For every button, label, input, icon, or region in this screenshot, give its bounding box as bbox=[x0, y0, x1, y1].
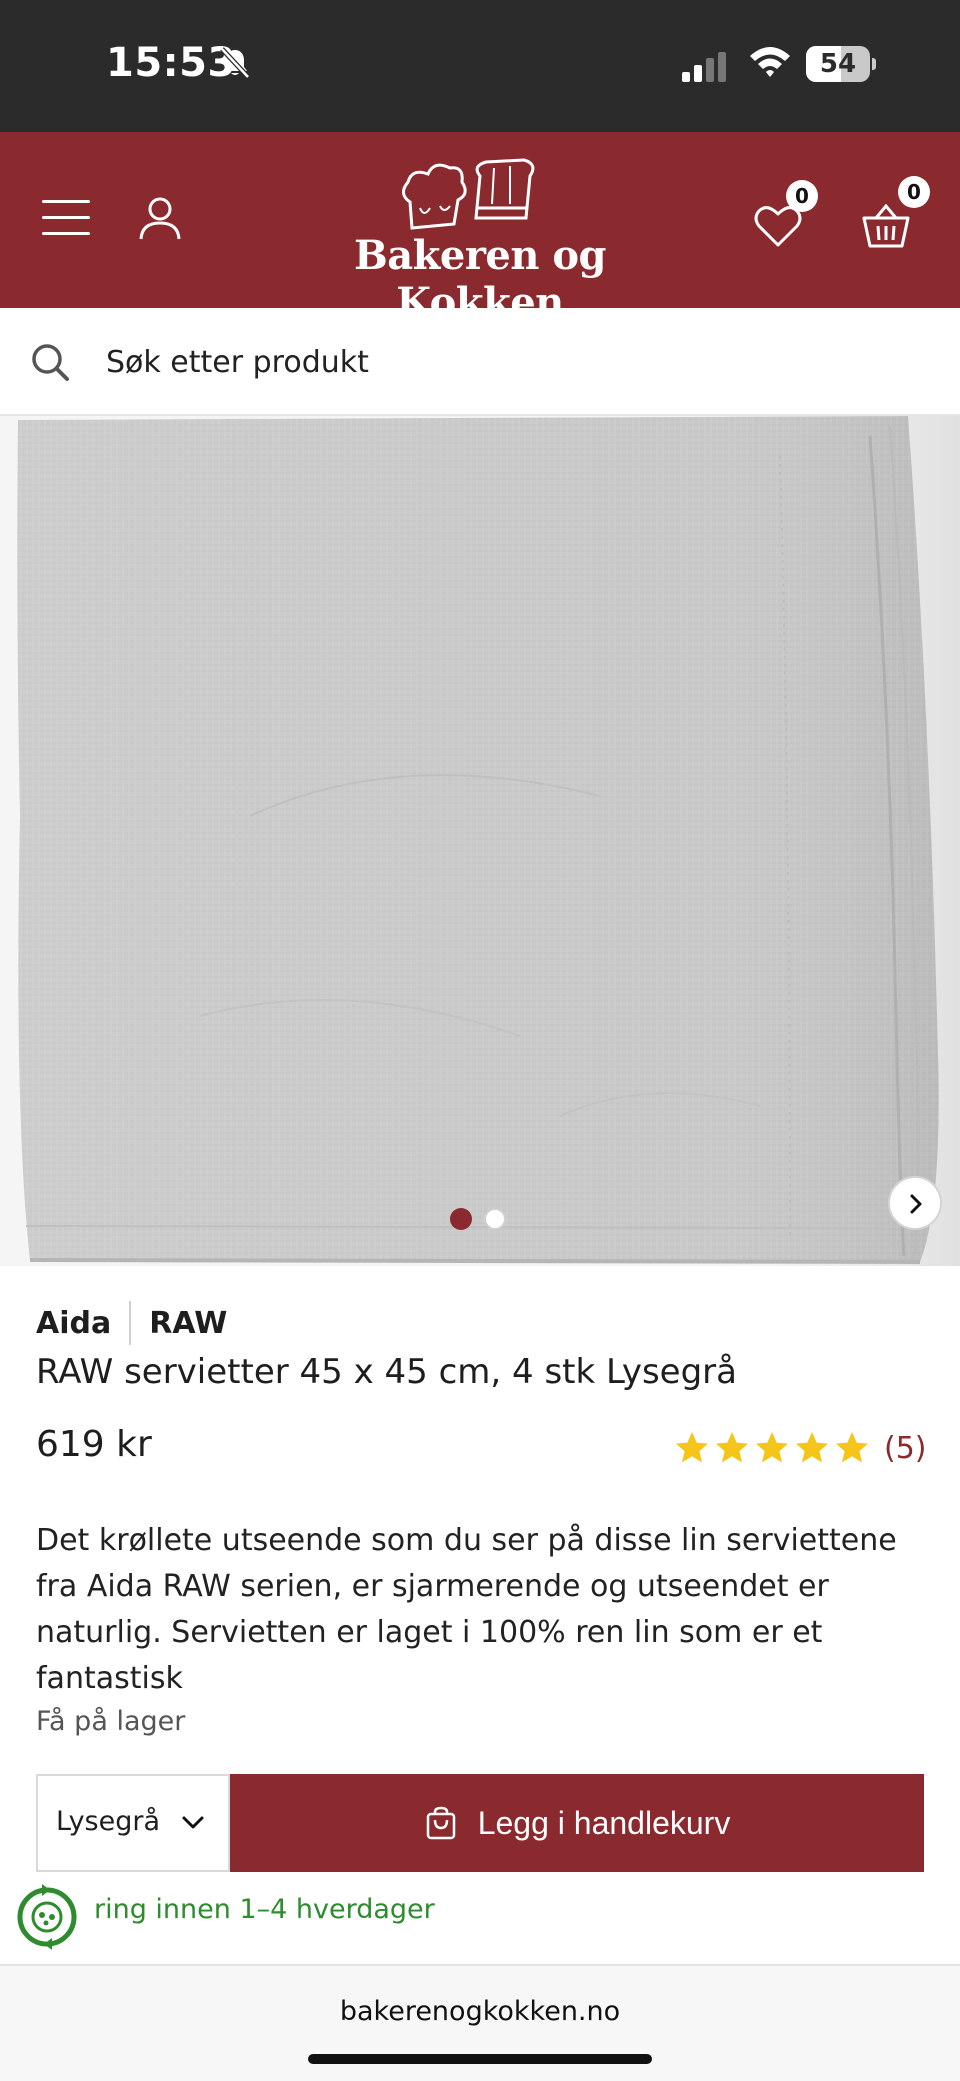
home-indicator[interactable] bbox=[308, 2054, 652, 2064]
gallery-pagination bbox=[448, 1208, 512, 1232]
product-rating[interactable]: (5) bbox=[674, 1426, 927, 1470]
product-description: Det krøllete utseende som du ser på diss… bbox=[36, 1523, 897, 1696]
star-icon bbox=[756, 1432, 788, 1463]
variant-selected-value: Lysegrå bbox=[56, 1806, 161, 1837]
brand-link[interactable]: Aida bbox=[36, 1306, 111, 1341]
search-bar bbox=[0, 308, 960, 416]
brand-divider bbox=[129, 1301, 132, 1345]
add-to-cart-label: Legg i handlekurv bbox=[477, 1804, 731, 1841]
variant-select[interactable]: Lysegrå bbox=[36, 1774, 230, 1872]
star-icon bbox=[796, 1432, 828, 1463]
pagination-dot[interactable] bbox=[484, 1208, 506, 1230]
search-input[interactable] bbox=[106, 332, 906, 392]
delivery-info: ring innen 1–4 hverdager bbox=[94, 1894, 435, 1925]
status-time: 15:53 bbox=[106, 40, 236, 86]
browser-url-bar[interactable]: bakerenogkokken.no bbox=[0, 1964, 960, 2081]
search-icon bbox=[32, 344, 69, 381]
pagination-dot-active[interactable] bbox=[450, 1208, 472, 1230]
status-bar: 15:53 54 bbox=[0, 0, 960, 132]
product-title: RAW servietter 45 x 45 cm, 4 stk Lysegrå bbox=[36, 1352, 737, 1392]
chevron-down-icon bbox=[182, 1816, 204, 1829]
product-image-gallery[interactable] bbox=[0, 416, 960, 1266]
battery-indicator: 54 bbox=[806, 46, 876, 82]
wifi-icon bbox=[750, 47, 790, 77]
delivery-cycle-icon bbox=[17, 1884, 77, 1950]
chevron-right-icon bbox=[910, 1194, 922, 1214]
shopping-bag-icon bbox=[426, 1806, 455, 1840]
site-logo[interactable]: Bakeren og Kokken bbox=[300, 158, 660, 326]
bell-muted-icon bbox=[220, 47, 250, 79]
brand-row: Aida RAW bbox=[36, 1300, 227, 1346]
chef-hats-icon bbox=[402, 158, 535, 230]
site-header: Bakeren og Kokken 0 0 bbox=[0, 132, 960, 326]
wishlist-button[interactable]: 0 bbox=[754, 180, 818, 248]
add-to-cart-button[interactable]: Legg i handlekurv bbox=[230, 1774, 924, 1872]
cart-count-badge: 0 bbox=[898, 176, 930, 208]
star-icon bbox=[676, 1432, 708, 1463]
url-text[interactable]: bakerenogkokken.no bbox=[0, 1996, 960, 2027]
user-account-icon[interactable] bbox=[136, 194, 184, 242]
review-count[interactable]: (5) bbox=[884, 1431, 927, 1466]
star-icon bbox=[716, 1432, 748, 1463]
star-icon bbox=[836, 1432, 868, 1463]
stock-status: Få på lager bbox=[36, 1706, 186, 1737]
product-price: 619 kr bbox=[36, 1424, 152, 1465]
product-image bbox=[0, 416, 960, 1266]
series-link[interactable]: RAW bbox=[149, 1306, 227, 1341]
wishlist-count-badge: 0 bbox=[786, 180, 818, 212]
next-image-button[interactable] bbox=[888, 1176, 942, 1230]
basket-icon bbox=[862, 204, 910, 248]
menu-icon[interactable] bbox=[42, 198, 90, 238]
cart-button[interactable]: 0 bbox=[862, 176, 930, 248]
cellular-signal-icon bbox=[682, 52, 726, 82]
battery-percent: 54 bbox=[819, 49, 857, 79]
